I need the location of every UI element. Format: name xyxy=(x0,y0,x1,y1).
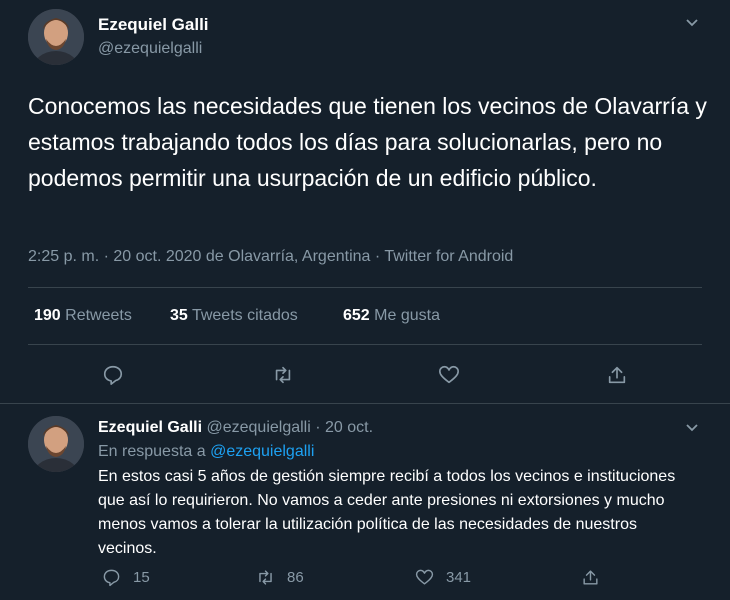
quotes-stat[interactable]: 35 Tweets citados xyxy=(170,307,298,325)
reply-reply-button[interactable]: 15 xyxy=(102,568,150,587)
in-reply-prefix: En respuesta a xyxy=(98,443,206,460)
tweet-text: Conocemos las necesidades que tienen los… xyxy=(28,93,707,191)
retweet-icon xyxy=(259,570,272,585)
tweet-meta[interactable]: 2:25 p. m. · 20 oct. 2020 de Olavarría, … xyxy=(28,248,513,266)
section-divider xyxy=(0,403,730,404)
author-avatar[interactable] xyxy=(28,9,84,65)
likes-stat[interactable]: 652 Me gusta xyxy=(343,307,440,325)
quotes-label: Tweets citados xyxy=(191,307,298,324)
in-reply-to: En respuesta a @ezequielgalli xyxy=(98,443,314,461)
reply-date[interactable]: 20 oct. xyxy=(325,419,373,436)
reply-share-button[interactable] xyxy=(581,568,612,587)
reply-separator: · xyxy=(315,419,321,436)
reply-reply-count: 15 xyxy=(133,569,150,586)
divider xyxy=(28,287,702,288)
chevron-down-icon[interactable] xyxy=(684,14,700,35)
share-icon xyxy=(583,570,598,585)
reply-like-button[interactable]: 341 xyxy=(415,568,471,587)
reply-chevron-down-icon[interactable] xyxy=(684,419,700,440)
quotes-count: 35 xyxy=(170,307,188,324)
like-icon xyxy=(415,569,434,585)
likes-label: Me gusta xyxy=(374,307,440,324)
author-name[interactable]: Ezequiel Galli xyxy=(98,15,209,35)
likes-count: 652 xyxy=(343,307,370,324)
reply-header: Ezequiel Galli @ezequielgalli · 20 oct. xyxy=(98,419,373,437)
reply-retweet-button[interactable]: 86 xyxy=(256,568,304,587)
reply-retweet-count: 86 xyxy=(287,569,304,586)
reply-text: En estos casi 5 años de gestión siempre … xyxy=(98,468,676,557)
reply-author-avatar[interactable] xyxy=(28,416,84,472)
retweet-icon[interactable] xyxy=(272,364,294,386)
reply-icon xyxy=(103,569,120,587)
retweets-count: 190 xyxy=(34,307,61,324)
reply-like-count: 341 xyxy=(446,569,472,586)
reply-icon[interactable] xyxy=(102,364,124,386)
retweets-stat[interactable]: 190 Retweets xyxy=(34,307,132,325)
retweets-label: Retweets xyxy=(65,307,132,324)
author-handle[interactable]: @ezequielgalli xyxy=(98,40,202,58)
in-reply-handle-link[interactable]: @ezequielgalli xyxy=(210,443,314,460)
divider xyxy=(28,344,702,345)
like-icon[interactable] xyxy=(438,364,460,386)
share-icon[interactable] xyxy=(606,364,628,386)
reply-author-name[interactable]: Ezequiel Galli xyxy=(98,419,202,436)
reply-author-handle[interactable]: @ezequielgalli xyxy=(206,419,310,436)
